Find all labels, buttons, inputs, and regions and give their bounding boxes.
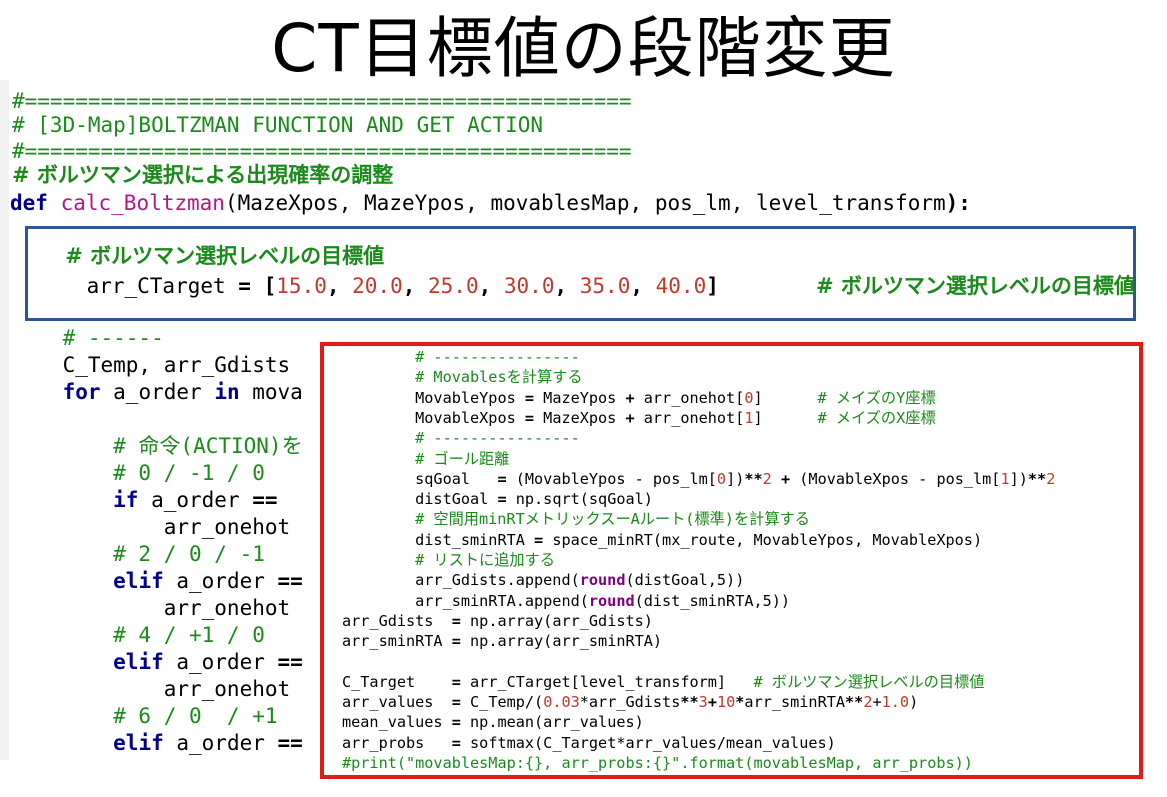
calc-code-line: arr_sminRTA.append(round(dist_sminRTA,5)… bbox=[342, 591, 791, 610]
calc-code-line: arr_probs = softmax(C_Target*arr_values/… bbox=[342, 733, 836, 752]
calc-code-line: distGoal = np.sqrt(sqGoal) bbox=[342, 490, 653, 509]
calc-code-line: mean_values = np.mean(arr_values) bbox=[342, 713, 644, 732]
code-line: # [3D-Map]BOLTZMAN FUNCTION AND GET ACTI… bbox=[12, 113, 544, 137]
code-line: elif a_order == bbox=[113, 569, 303, 593]
slide-title: CT目標値の段階変更 bbox=[271, 10, 896, 87]
code-line: elif a_order == bbox=[113, 731, 303, 755]
code-line: C_Temp, arr_Gdists bbox=[12, 353, 291, 377]
calc-code-line: # ---------------- bbox=[342, 348, 580, 366]
calc-code-line: #print("movablesMap:{}, arr_probs:{}".fo… bbox=[342, 754, 973, 772]
code-line: # 命令(ACTION)を bbox=[12, 434, 303, 458]
calc-code-line: arr_Gdists = np.array(arr_Gdists) bbox=[342, 611, 653, 630]
calc-code-line: MovableYpos = MazeYpos + arr_onehot[0] #… bbox=[342, 388, 936, 407]
code-line: # 6 / 0 / +1 bbox=[12, 704, 278, 728]
calc-code-line: arr_Gdists.append(round(distGoal,5)) bbox=[342, 571, 745, 590]
calc-code-line: MovableXpos = MazeXpos + arr_onehot[1] #… bbox=[342, 408, 936, 427]
editor-gutter bbox=[0, 80, 9, 760]
code-line: for a_order in mova bbox=[62, 380, 303, 404]
ctarget-box: # ボルツマン選択レベルの目標値 arr_CTarget = [15.0, 20… bbox=[25, 226, 1136, 321]
calc-code-line: # リストに追加する bbox=[342, 551, 555, 569]
ctarget-comment: # ボルツマン選択レベルの目標値 bbox=[36, 244, 385, 268]
calc-code-line: # Movablesを計算する bbox=[342, 368, 583, 387]
code-line: # 4 / +1 / 0 bbox=[12, 623, 265, 647]
code-line: # ------ bbox=[12, 326, 164, 350]
ctarget-values: 15.0, 20.0, 25.0, 30.0, 35.0, 40.0 bbox=[276, 274, 707, 298]
code-line: # ボルツマン選択による出現確率の調整 bbox=[12, 163, 394, 187]
code-line: def calc_Boltzman(MazeXpos, MazeYpos, mo… bbox=[10, 191, 971, 215]
calc-code-line: arr_values = C_Temp/(0.03*arr_Gdists**3+… bbox=[342, 693, 919, 712]
code-line: elif a_order == bbox=[113, 650, 303, 674]
ctarget-prefix: arr_CTarget = [ bbox=[36, 274, 277, 298]
code-line: arr_onehot bbox=[12, 677, 291, 701]
calc-code-line: # ゴール距離 bbox=[342, 449, 510, 468]
code-line: # 2 / 0 / -1 bbox=[12, 542, 265, 566]
ctarget-line: arr_CTarget = [15.0, 20.0, 25.0, 30.0, 3… bbox=[36, 274, 719, 298]
code-line: #=======================================… bbox=[12, 139, 632, 163]
calc-code-line: dist_sminRTA = space_minRT(mx_route, Mov… bbox=[342, 530, 983, 549]
code-line: # 0 / -1 / 0 bbox=[12, 461, 265, 485]
calc-code-line: sqGoal = (MovableYpos - pos_lm[0])**2 + … bbox=[342, 469, 1056, 488]
calc-code-line: C_Target = arr_CTarget[level_transform] … bbox=[342, 672, 985, 691]
code-line: arr_onehot bbox=[12, 596, 291, 620]
calc-code-line: # ---------------- bbox=[342, 429, 580, 448]
calc-code-line: arr_sminRTA = np.array(arr_sminRTA) bbox=[342, 632, 663, 651]
code-line: if a_order == bbox=[113, 488, 278, 512]
code-line: arr_onehot bbox=[12, 515, 291, 539]
ctarget-trailing-comment: # ボルツマン選択レベルの目標値 bbox=[816, 274, 1135, 298]
code-line: #=======================================… bbox=[12, 89, 632, 113]
calc-code-box: # ---------------- # Movablesを計算する Movab… bbox=[320, 342, 1143, 779]
calc-code-line: # 空間用minRTメトリックスーAルート(標準)を計算する bbox=[342, 510, 810, 529]
